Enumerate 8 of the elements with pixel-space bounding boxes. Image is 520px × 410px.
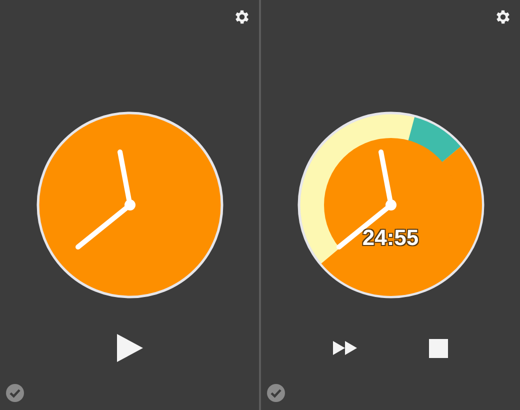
settings-icon[interactable] bbox=[494, 8, 512, 26]
play-icon[interactable] bbox=[116, 334, 142, 362]
timer-readout: 24:55 bbox=[362, 225, 419, 251]
check-icon[interactable] bbox=[6, 384, 24, 402]
check-icon[interactable] bbox=[267, 384, 285, 402]
settings-icon[interactable] bbox=[233, 8, 251, 26]
fast-forward-icon[interactable] bbox=[333, 341, 357, 355]
stop-icon[interactable] bbox=[429, 338, 448, 358]
